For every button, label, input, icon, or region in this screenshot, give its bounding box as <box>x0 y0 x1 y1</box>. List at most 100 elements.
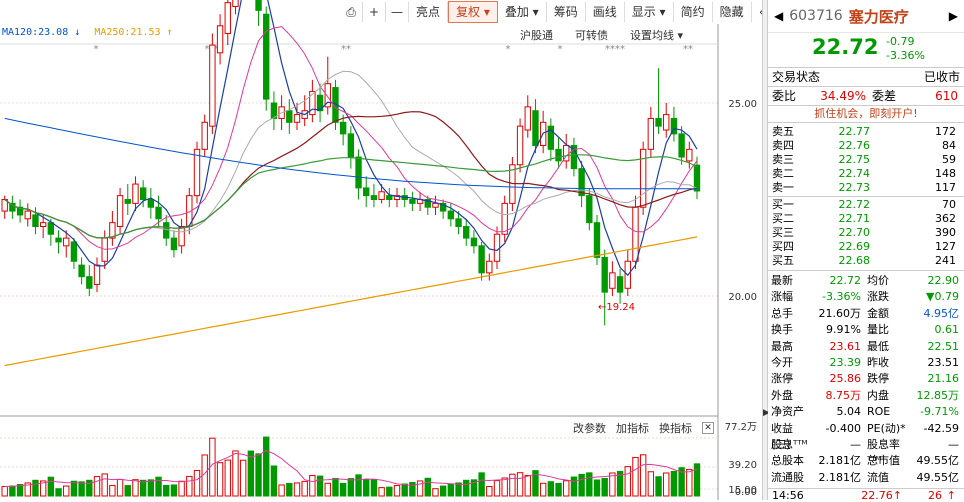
stat-row: 今开 23.39 昨收 23.51 <box>768 355 964 371</box>
stat-row: 最新 22.72 均价 22.90 <box>768 273 964 289</box>
volume-bar-up <box>93 476 101 497</box>
stat-l: 最高 <box>771 339 793 353</box>
candle-up <box>216 25 224 54</box>
change-value: -0.79 <box>886 35 915 48</box>
volume-bar-down <box>370 478 378 497</box>
ask-qty: 84 <box>942 139 956 152</box>
bid-label: 买三 <box>772 226 794 239</box>
sh-connect-link[interactable]: 沪股通 <box>520 27 553 43</box>
candle-up <box>116 195 124 228</box>
stat-v2: 21.16 <box>927 372 960 386</box>
quote-panel: ◀ 603716 塞力医疗 ▶ 22.72 -0.79 -3.36% 交易状态 … <box>768 0 964 502</box>
stat-v2: — <box>948 437 959 451</box>
overlay-button[interactable]: 叠加 ▾ <box>498 2 547 22</box>
event-marker: ** <box>683 44 693 55</box>
tick-volume: 26 <box>928 489 942 502</box>
highlights-button[interactable]: 亮点 <box>409 2 449 22</box>
stat-l2: ROE <box>867 405 891 419</box>
bid-qty: 390 <box>935 226 956 239</box>
candle-down <box>447 210 455 220</box>
ask-price: 22.77 <box>838 125 871 138</box>
zoom-out-icon[interactable]: — <box>386 2 409 22</box>
volume-bar-up <box>647 471 655 497</box>
stat-row: 外盘 8.75万 内盘 12.85万 <box>768 388 964 404</box>
volume-bar-up <box>663 472 670 497</box>
bid-label: 买二 <box>772 212 794 225</box>
candle-up <box>516 125 524 166</box>
close-icon[interactable]: ✕ <box>702 422 714 434</box>
stat-l2: 涨跌 <box>867 290 889 304</box>
switch-indicator-button[interactable]: 换指标 <box>659 420 692 436</box>
volume-bar-up <box>493 480 501 497</box>
zoom-in-icon[interactable]: + <box>363 2 386 22</box>
stat-v: 5.04 <box>836 405 862 419</box>
ma120-label: MA120:23.08 ↓ <box>2 27 81 38</box>
hide-button[interactable]: 隐藏 <box>713 2 752 22</box>
volume-bar-up <box>609 472 616 497</box>
tick-time: 14:56 <box>772 489 804 502</box>
candle-down <box>655 117 662 127</box>
draw-line-button[interactable]: 画线 <box>586 2 625 22</box>
volume-bar-down <box>78 481 85 497</box>
commission-diff: 610 <box>935 89 958 103</box>
next-stock-icon[interactable]: ▶ <box>949 9 958 23</box>
print-icon[interactable]: ⎙ <box>340 2 363 22</box>
volume-bar-up <box>632 456 639 497</box>
candle-down <box>478 245 485 274</box>
edit-params-button[interactable]: 改参数 <box>573 420 606 436</box>
display-button[interactable]: 显示 ▾ <box>625 2 674 22</box>
tick-price: 22.76↑ <box>861 489 902 502</box>
volume-bar-up <box>101 473 108 497</box>
prev-stock-icon[interactable]: ◀ <box>774 9 783 23</box>
ask-label: 卖五 <box>772 125 794 138</box>
stat-v2: 4.95亿 <box>923 306 960 320</box>
simple-button[interactable]: 简约 <box>674 2 713 22</box>
bid-row: 买四 22.69 127 <box>768 240 964 254</box>
bid-label: 买一 <box>772 198 794 211</box>
volume-bar-up <box>324 482 331 497</box>
last-tick-row: 14:56 22.76↑ 26 ↑ <box>768 488 964 502</box>
ask-qty: 172 <box>935 125 956 138</box>
event-marker: * <box>506 44 511 55</box>
adjust-button[interactable]: 复权 ▾ <box>448 1 498 23</box>
open-account-link[interactable]: 抓住机会，即刻开户! <box>768 106 964 123</box>
chart-links: 沪股通 可转债 设置均线 ▾ <box>520 27 683 43</box>
volume-bar-up <box>309 474 316 497</box>
event-marker: **** <box>605 44 625 55</box>
stat-v: 2.181亿 <box>818 470 862 484</box>
stat-l: 换手 <box>771 323 793 337</box>
volume-bar-down <box>347 478 355 497</box>
bid-row: 买三 22.70 390 <box>768 226 964 240</box>
stat-l: 涨停 <box>771 372 793 386</box>
candle-down <box>347 133 355 158</box>
candle-down <box>578 168 585 197</box>
set-ma-button[interactable]: 设置均线 ▾ <box>630 27 683 43</box>
candle-down <box>363 187 370 197</box>
volume-bar-down <box>593 479 601 497</box>
candle-down <box>339 121 347 135</box>
convertible-bond-link[interactable]: 可转债 <box>575 27 608 43</box>
volume-bar-up <box>186 475 193 497</box>
candle-down <box>555 148 562 162</box>
candle-up <box>663 114 670 131</box>
volume-bar-up <box>239 459 247 497</box>
volume-bar-up <box>109 484 116 497</box>
chips-button[interactable]: 筹码 <box>547 2 586 22</box>
stat-l: 外盘 <box>771 388 793 402</box>
bid-row: 买一 22.72 70 <box>768 198 964 212</box>
vol-tick-label: 39.20 <box>728 460 757 471</box>
ask-label: 卖二 <box>772 167 794 180</box>
chart-area[interactable]: 35.0030.0025.0020.0015.0077.2万39.200.00*… <box>0 0 775 500</box>
stat-l2: 股息率ᵀᵀᴹ <box>867 437 900 468</box>
candle-down <box>678 133 685 158</box>
stat-l: 总手 <box>771 306 793 320</box>
bid-book: 买一 22.72 70 买二 22.71 362 买三 22.70 390 买四 22.69 127 买… <box>768 198 964 268</box>
bid-price: 22.72 <box>838 198 871 211</box>
volume-bar-up <box>516 472 524 497</box>
bid-qty: 127 <box>935 240 956 253</box>
volume-bar-up <box>178 480 185 497</box>
commission-diff-label: 委差 <box>872 89 897 103</box>
volume-bar-down <box>439 485 447 497</box>
volume-bar-down <box>693 463 701 497</box>
add-indicator-button[interactable]: 加指标 <box>616 420 649 436</box>
